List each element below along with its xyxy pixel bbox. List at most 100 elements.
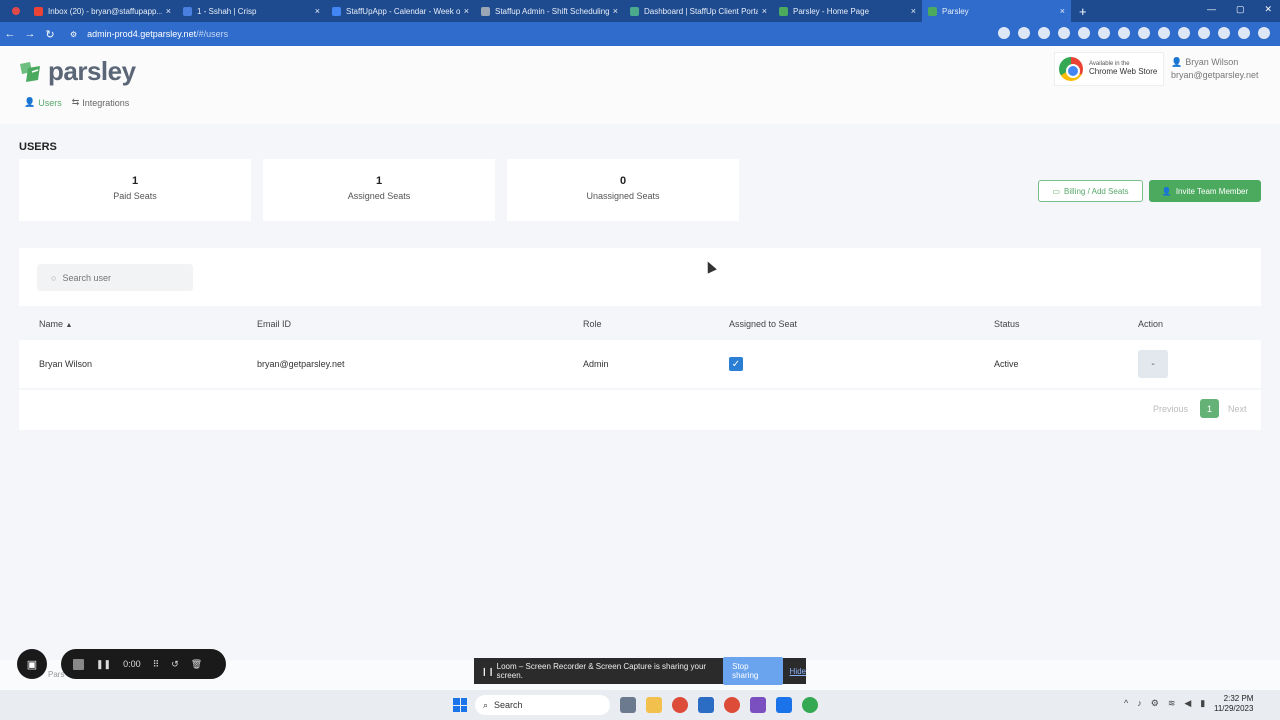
user-name: Bryan Wilson bbox=[1185, 57, 1239, 67]
trash-icon[interactable]: 🗑 bbox=[191, 659, 202, 670]
mic-icon[interactable]: ♪ bbox=[1137, 698, 1142, 709]
browser-tab[interactable]: Staffup Admin - Shift Scheduling × bbox=[475, 0, 624, 22]
chrome-icon bbox=[1059, 57, 1083, 81]
camera-icon[interactable]: ▣ bbox=[17, 649, 47, 679]
extension-icon[interactable] bbox=[1078, 27, 1090, 39]
header-action: Action bbox=[1138, 319, 1164, 329]
download-icon[interactable] bbox=[1198, 27, 1210, 39]
tab-favicon-icon bbox=[779, 6, 788, 16]
browser-tab[interactable]: Inbox (20) - bryan@staffupapp... × bbox=[28, 0, 177, 22]
cell-status: Active bbox=[994, 359, 1019, 369]
parsley-leaf-icon bbox=[20, 61, 40, 82]
notepad-icon[interactable] bbox=[698, 697, 714, 713]
user-info[interactable]: 👤 Bryan Wilson bryan@getparsley.net bbox=[1171, 56, 1259, 81]
tab-favicon-icon bbox=[183, 6, 192, 16]
recording-icon bbox=[12, 7, 20, 15]
hide-banner-link[interactable]: Hide bbox=[790, 667, 806, 676]
drag-handle-icon[interactable]: ⠿ bbox=[153, 659, 160, 670]
zoom-icon[interactable] bbox=[776, 697, 792, 713]
extension-icon[interactable] bbox=[1098, 27, 1110, 39]
close-tab-icon[interactable]: × bbox=[613, 6, 618, 16]
nav-users[interactable]: 👤 Users bbox=[24, 97, 62, 108]
profile-icon[interactable] bbox=[1238, 27, 1250, 39]
wifi-icon[interactable]: ≋ bbox=[1168, 698, 1176, 709]
assigned-seat-checkbox[interactable]: ✓ bbox=[729, 357, 743, 371]
close-tab-icon[interactable]: × bbox=[166, 6, 171, 16]
new-tab-button[interactable]: + bbox=[1079, 4, 1087, 19]
share-icon[interactable] bbox=[1018, 27, 1030, 39]
settings-icon[interactable]: ⚙ bbox=[1151, 698, 1159, 709]
windows-start-icon[interactable] bbox=[453, 698, 467, 712]
recording-timer: 0:00 bbox=[123, 659, 141, 669]
app-icon[interactable] bbox=[802, 697, 818, 713]
close-tab-icon[interactable]: × bbox=[762, 6, 767, 16]
nav-integrations[interactable]: ⇆ Integrations bbox=[72, 97, 130, 108]
header-status: Status bbox=[994, 319, 1020, 329]
browser-tab[interactable]: StaffUpApp - Calendar - Week o... × bbox=[326, 0, 475, 22]
tab-favicon-icon bbox=[34, 6, 43, 16]
pagination: Previous 1 Next bbox=[19, 390, 1261, 430]
volume-icon[interactable]: ◀ bbox=[1184, 698, 1191, 709]
close-tab-icon[interactable]: × bbox=[315, 6, 320, 16]
forward-icon[interactable]: → bbox=[20, 28, 40, 40]
extension-icon[interactable] bbox=[1138, 27, 1150, 39]
puzzle-icon[interactable] bbox=[1178, 27, 1190, 39]
chevron-up-icon[interactable]: ^ bbox=[1124, 698, 1128, 709]
sidepanel-icon[interactable] bbox=[1218, 27, 1230, 39]
tab-title: Staffup Admin - Shift Scheduling bbox=[495, 6, 609, 16]
chrome-icon[interactable] bbox=[672, 697, 688, 713]
site-info-icon[interactable]: ⚙ bbox=[70, 30, 77, 39]
close-tab-icon[interactable]: × bbox=[464, 6, 469, 16]
chrome-web-store-badge[interactable]: Available in the Chrome Web Store bbox=[1054, 52, 1164, 86]
browser-tab[interactable]: 1 - Sshah | Crisp × bbox=[177, 0, 326, 22]
stat-unassigned-seats: 0 Unassigned Seats bbox=[507, 159, 739, 221]
stop-recording-button[interactable] bbox=[73, 658, 84, 670]
extension-icons bbox=[998, 27, 1270, 39]
minimize-icon[interactable]: — bbox=[1207, 4, 1216, 15]
extension-icon[interactable] bbox=[1118, 27, 1130, 39]
restart-icon[interactable]: ↺ bbox=[171, 659, 179, 670]
page-1-button[interactable]: 1 bbox=[1200, 399, 1219, 418]
close-tab-icon[interactable]: × bbox=[1060, 6, 1065, 16]
extension-icon[interactable] bbox=[1158, 27, 1170, 39]
previous-page-button[interactable]: Previous bbox=[1153, 404, 1188, 414]
stop-sharing-button[interactable]: Stop sharing bbox=[723, 657, 783, 685]
reload-icon[interactable]: ↻ bbox=[40, 28, 60, 41]
tab-title: StaffUpApp - Calendar - Week o... bbox=[346, 6, 460, 16]
browser-tab[interactable]: Dashboard | StaffUp Client Porta... × bbox=[624, 0, 773, 22]
billing-add-seats-button[interactable]: ▭ Billing / Add Seats bbox=[1038, 180, 1143, 202]
logo-text: parsley bbox=[48, 56, 136, 86]
tab-title: Parsley - Home Page bbox=[793, 6, 870, 16]
search-box[interactable]: ○ bbox=[37, 264, 193, 291]
battery-icon[interactable]: ▮ bbox=[1200, 698, 1205, 709]
search-icon: ⌕ bbox=[483, 699, 489, 710]
taskbar-search[interactable]: ⌕ Search bbox=[475, 695, 610, 715]
star-icon[interactable] bbox=[1038, 27, 1050, 39]
header-name[interactable]: Name ▲ bbox=[39, 319, 72, 329]
chrome-icon[interactable] bbox=[724, 697, 740, 713]
back-icon[interactable]: ← bbox=[0, 28, 20, 40]
menu-icon[interactable] bbox=[1258, 27, 1270, 39]
row-action-button[interactable]: - bbox=[1138, 350, 1168, 378]
maximize-icon[interactable]: ▢ bbox=[1236, 4, 1245, 15]
extension-icon[interactable] bbox=[1058, 27, 1070, 39]
mic-icon[interactable] bbox=[998, 27, 1010, 39]
task-view-icon[interactable] bbox=[620, 697, 636, 713]
screen-share-banner: ❙❙ Loom – Screen Recorder & Screen Captu… bbox=[474, 657, 806, 685]
search-input[interactable] bbox=[62, 272, 173, 283]
pause-icon[interactable]: ❚❚ bbox=[96, 659, 111, 670]
parsley-logo[interactable]: parsley bbox=[18, 56, 136, 87]
browser-tab[interactable]: Parsley - Home Page × bbox=[773, 0, 922, 22]
close-window-icon[interactable]: ✕ bbox=[1264, 4, 1272, 15]
close-tab-icon[interactable]: × bbox=[911, 6, 916, 16]
browser-tab[interactable]: Parsley × bbox=[922, 0, 1071, 22]
taskbar-clock[interactable]: 2:32 PM 11/29/2023 bbox=[1214, 694, 1253, 715]
loom-controls: ▣ ❚❚ 0:00 ⠿ ↺ 🗑 bbox=[17, 649, 226, 679]
invite-team-member-button[interactable]: 👤 Invite Team Member bbox=[1149, 180, 1261, 202]
cws-big-text: Chrome Web Store bbox=[1089, 66, 1158, 76]
tab-favicon-icon bbox=[928, 6, 937, 16]
next-page-button[interactable]: Next bbox=[1228, 404, 1247, 414]
slack-icon[interactable] bbox=[750, 697, 766, 713]
url-field[interactable]: ⚙ admin-prod4.getparsley.net/#/users bbox=[70, 29, 228, 39]
file-explorer-icon[interactable] bbox=[646, 697, 662, 713]
